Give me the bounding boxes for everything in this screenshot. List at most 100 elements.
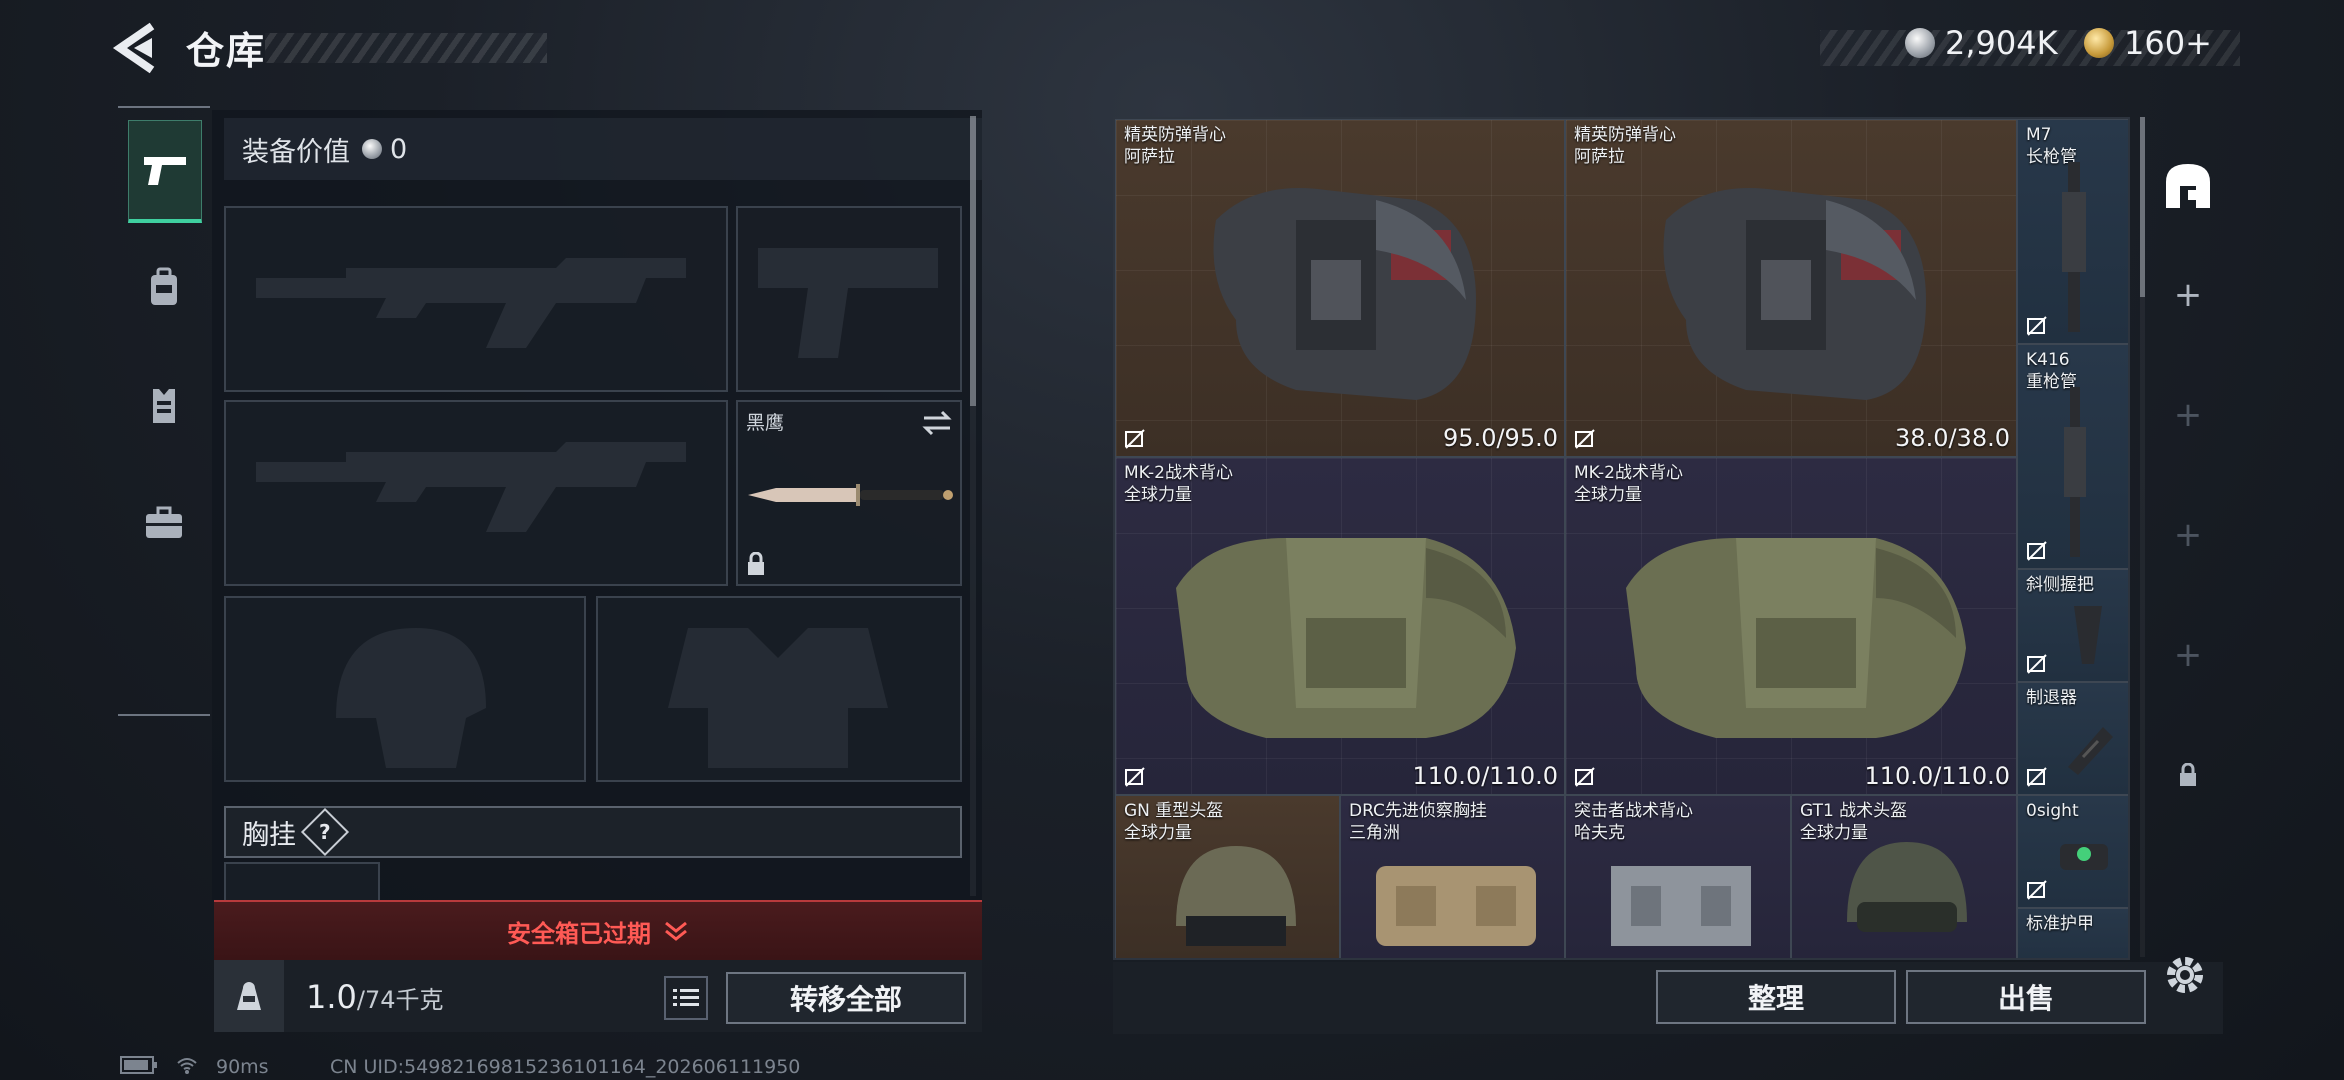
equipment-value-label: 装备价值 xyxy=(242,136,350,168)
sort-button[interactable]: 整理 xyxy=(1656,970,1896,1024)
lock-icon xyxy=(2180,763,2196,786)
primary-weapon-slot[interactable] xyxy=(224,206,728,392)
item-title: 制退器 xyxy=(2026,688,2077,708)
currency-gold[interactable]: 160+ xyxy=(2084,24,2212,62)
stash-item[interactable]: M7 长枪管 xyxy=(2017,119,2128,344)
stash-item[interactable]: K416 重枪管 xyxy=(2017,344,2128,569)
safe-box-expired-bar[interactable]: 安全箱已过期 xyxy=(214,900,982,962)
no-insure-icon xyxy=(2027,654,2047,674)
assault-vest-icon xyxy=(1611,866,1751,946)
no-insure-icon xyxy=(1125,767,1145,787)
item-title: K416 xyxy=(2026,350,2070,370)
list-view-button[interactable] xyxy=(664,976,708,1020)
page-title: 仓库 xyxy=(186,29,267,73)
helmet-slot[interactable] xyxy=(224,596,586,782)
stash-page-5[interactable]: + xyxy=(2152,615,2224,695)
item-durability: 110.0/110.0 xyxy=(1412,762,1559,790)
chest-rig-icon xyxy=(1376,866,1536,946)
lock-icon xyxy=(748,552,764,575)
equipment-value: 装备价值 0 xyxy=(224,118,982,180)
no-insure-icon xyxy=(1125,429,1145,449)
plus-icon: + xyxy=(2173,395,2203,435)
tab-vest[interactable] xyxy=(128,356,200,454)
stash-page-column: + + + + xyxy=(2152,117,2224,960)
rifle-silhouette-icon xyxy=(256,442,686,532)
silver-coin-icon xyxy=(1905,28,1935,58)
knife-icon xyxy=(748,484,953,506)
stash-page-4[interactable]: + xyxy=(2152,495,2224,575)
stash-page-2[interactable]: + xyxy=(2152,255,2224,335)
armor-slot[interactable] xyxy=(596,596,962,782)
pistol-icon xyxy=(144,157,186,185)
item-durability: 38.0/38.0 xyxy=(1895,424,2010,452)
sight-icon xyxy=(2060,844,2108,870)
item-title: 精英防弹背心 xyxy=(1574,125,1676,145)
ping-value: 90ms xyxy=(216,1056,269,1078)
stash-item[interactable]: 制退器 xyxy=(2017,682,2128,795)
item-brand: 阿萨拉 xyxy=(1124,147,1175,167)
no-insure-icon xyxy=(2027,880,2047,900)
tab-weapons[interactable] xyxy=(128,120,202,223)
item-title: MK-2战术背心 xyxy=(1574,463,1683,483)
gold-coin-icon xyxy=(2084,28,2114,58)
stash-item[interactable]: GT1 战术头盔 全球力量 xyxy=(1791,795,2017,958)
swap-icon[interactable] xyxy=(922,410,952,436)
stash-page-home[interactable] xyxy=(2152,141,2224,231)
stash-item[interactable]: 斜侧握把 xyxy=(2017,569,2128,682)
stash-item[interactable]: 0sight xyxy=(2017,795,2128,908)
tactical-vest-icon xyxy=(1176,538,1516,738)
back-button[interactable] xyxy=(112,22,160,74)
item-title: 突击者战术背心 xyxy=(1574,801,1693,821)
no-insure-icon xyxy=(2027,316,2047,336)
stash-item[interactable]: 突击者战术背心 哈夫克 xyxy=(1565,795,1791,958)
stash-page-locked[interactable] xyxy=(2152,735,2224,815)
stash-item[interactable]: MK-2战术背心 全球力量 110.0/110.0 xyxy=(1565,457,2017,795)
tab-case[interactable] xyxy=(128,474,200,572)
settings-button[interactable] xyxy=(2162,952,2208,1002)
sell-button[interactable]: 出售 xyxy=(1906,970,2146,1024)
item-title: DRC先进侦察胸挂 xyxy=(1349,801,1487,821)
armor-vest-icon xyxy=(1213,188,1476,400)
no-insure-icon xyxy=(1575,429,1595,449)
helmet-icon xyxy=(1176,846,1296,946)
stash-item[interactable]: 精英防弹背心 阿萨拉 95.0/95.0 xyxy=(1115,119,1565,457)
silver-amount: 2,904K xyxy=(1945,24,2058,62)
chest-rig-label: 胸挂 xyxy=(242,819,296,851)
stash-scroll-thumb[interactable] xyxy=(2140,117,2145,297)
helmet-silhouette-icon xyxy=(336,628,486,768)
item-title: GT1 战术头盔 xyxy=(1800,801,1908,821)
tactical-vest-icon xyxy=(1626,538,1966,738)
secondary-weapon-slot[interactable] xyxy=(224,400,728,586)
item-title: 0sight xyxy=(2026,801,2079,821)
stash-item[interactable]: 标准护甲 xyxy=(2017,908,2128,958)
battery-icon xyxy=(120,1056,157,1074)
item-title: MK-2战术背心 xyxy=(1124,463,1233,483)
barrel-icon xyxy=(2064,387,2086,557)
armor-silhouette-icon xyxy=(668,628,888,768)
transfer-all-button[interactable]: 转移全部 xyxy=(726,972,966,1024)
item-brand: 三角洲 xyxy=(1349,823,1400,843)
carry-weight-capacity: /74千克 xyxy=(356,986,444,1014)
currency-silver[interactable]: 2,904K xyxy=(1905,24,2058,62)
chevron-down-icon xyxy=(665,921,687,941)
title-decoration xyxy=(265,33,547,63)
melee-slot[interactable]: 黑鹰 xyxy=(736,400,962,586)
chest-rig-slot[interactable] xyxy=(224,862,380,902)
help-icon[interactable]: ? xyxy=(300,807,350,857)
pistol-slot[interactable] xyxy=(736,206,962,392)
stash-item[interactable]: 精英防弹背心 阿萨拉 38.0/38.0 xyxy=(1565,119,2017,457)
back-arrow-icon xyxy=(112,22,155,74)
tab-backpack[interactable] xyxy=(128,238,200,336)
stash-item[interactable]: GN 重型头盔 全球力量 xyxy=(1115,795,1340,958)
stash-page-3[interactable]: + xyxy=(2152,375,2224,455)
item-title: 标准护甲 xyxy=(2026,914,2094,934)
loadout-scroll-thumb[interactable] xyxy=(970,116,976,406)
item-title: M7 xyxy=(2026,125,2052,145)
armor-vest-icon xyxy=(1663,188,1926,400)
carry-weight: 1.0/74千克 xyxy=(306,978,444,1016)
item-brand: 阿萨拉 xyxy=(1574,147,1625,167)
stash-home-icon xyxy=(2166,164,2210,208)
gold-amount: 160+ xyxy=(2124,24,2212,62)
stash-item[interactable]: DRC先进侦察胸挂 三角洲 xyxy=(1340,795,1565,958)
stash-item[interactable]: MK-2战术背心 全球力量 110.0/110.0 xyxy=(1115,457,1565,795)
